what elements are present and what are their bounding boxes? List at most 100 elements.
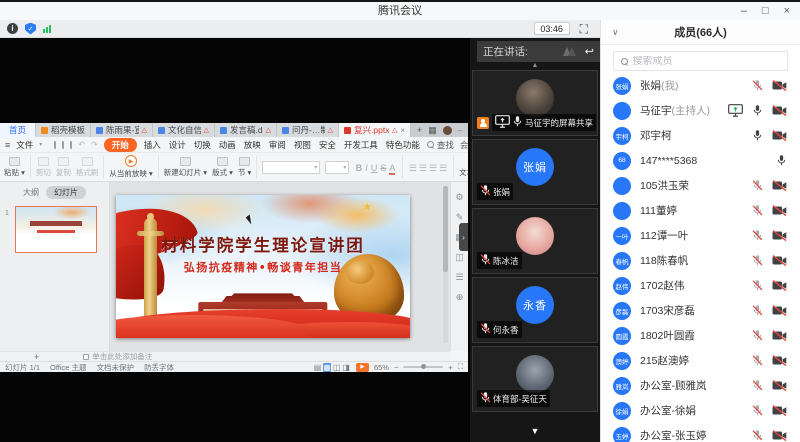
zoom-slider[interactable] bbox=[403, 366, 443, 368]
document-tab[interactable]: 问丹-…制度优势△ bbox=[277, 123, 339, 137]
document-tab[interactable]: 文化自信-迎新手 佛△ bbox=[153, 123, 215, 137]
print-icon[interactable] bbox=[62, 141, 64, 149]
toolbar-item[interactable]: 文本框 ▾ bbox=[459, 157, 468, 178]
sidebar-tool-icon[interactable]: ◫ bbox=[455, 252, 464, 263]
format-a-button[interactable]: A bbox=[389, 163, 395, 175]
video-tile[interactable]: 马征宇的屏幕共享 bbox=[472, 70, 598, 136]
zoom-out-icon[interactable]: − bbox=[394, 363, 398, 372]
toolbar-item[interactable]: 节 ▾ bbox=[238, 157, 251, 178]
ribbon-menu-item[interactable]: 开始 bbox=[104, 138, 137, 152]
collapse-panel-icon[interactable]: ∨ bbox=[612, 27, 619, 38]
ribbon-menu-item[interactable]: 动画 bbox=[218, 139, 237, 151]
font-combo[interactable]: ▾ bbox=[262, 161, 320, 174]
member-row[interactable]: 宇柯邓宇柯 bbox=[601, 123, 800, 148]
zoom-in-icon[interactable]: + bbox=[448, 363, 452, 372]
format-s-button[interactable]: S bbox=[380, 163, 386, 173]
ribbon-menu-item[interactable]: 特色功能 bbox=[385, 139, 421, 151]
ribbon-menu-item[interactable]: 插入 bbox=[143, 139, 162, 151]
format-b-button[interactable]: B bbox=[356, 163, 363, 173]
ribbon-menu-item[interactable]: 切换 bbox=[193, 139, 212, 151]
slideshow-play-button[interactable]: ▶ bbox=[356, 363, 369, 372]
security-shield-icon[interactable]: ✓ bbox=[25, 23, 36, 35]
hamburger-icon[interactable]: ≡ bbox=[5, 140, 10, 150]
restore-layout-icon[interactable]: ↩ bbox=[585, 45, 594, 58]
new-slide-button[interactable]: + bbox=[34, 352, 39, 362]
member-row[interactable]: 赵伟1702赵伟 bbox=[601, 273, 800, 298]
font-combo[interactable]: ▾ bbox=[325, 161, 349, 174]
minimize-icon[interactable]: – bbox=[741, 6, 747, 17]
video-tile[interactable]: 永香何永香 bbox=[472, 277, 598, 343]
video-tile[interactable]: 张娟张娟 bbox=[472, 139, 598, 205]
fullscreen-icon[interactable]: ⛶ bbox=[580, 23, 588, 35]
member-row[interactable]: 张娟张娟(我) bbox=[601, 73, 800, 98]
ribbon-menu-item[interactable]: 视图 bbox=[293, 139, 312, 151]
scroll-up-icon[interactable]: ▲ bbox=[470, 62, 600, 70]
member-row[interactable]: 圆霞1802叶圆霞 bbox=[601, 323, 800, 348]
close-icon[interactable]: × bbox=[784, 6, 790, 17]
toolbar-item[interactable]: 新建幻灯片 ▾ bbox=[164, 157, 207, 178]
preview-icon[interactable] bbox=[70, 141, 72, 149]
sidebar-tool-icon[interactable]: ☰ bbox=[455, 272, 463, 283]
redo-icon[interactable]: ↷ bbox=[91, 140, 98, 149]
save-icon[interactable] bbox=[54, 141, 56, 149]
new-tab-icon[interactable]: + bbox=[417, 125, 422, 135]
member-row[interactable]: 徐娟办公室-徐娟 bbox=[601, 398, 800, 423]
ribbon-menu-item[interactable]: 审阅 bbox=[268, 139, 287, 151]
view-mode-icon[interactable]: ◨ bbox=[342, 363, 350, 372]
account-avatar[interactable] bbox=[443, 126, 452, 135]
view-mode-icon[interactable]: ▦ bbox=[323, 363, 331, 372]
document-tab[interactable]: 复兴.pptx△× bbox=[339, 123, 411, 137]
member-row[interactable]: 一叶112谭一叶 bbox=[601, 223, 800, 248]
sidebar-tool-icon[interactable]: ✎ bbox=[456, 212, 464, 223]
title-bar[interactable]: 腾讯会议 – □ × bbox=[0, 2, 800, 20]
list-icon[interactable]: ☰ bbox=[429, 163, 437, 173]
undo-icon[interactable]: ↶ bbox=[78, 140, 85, 149]
ribbon-right-button[interactable]: 会员专享 bbox=[460, 139, 468, 151]
fit-screen-icon[interactable]: ⛶ bbox=[458, 362, 463, 372]
canvas-scrollbar[interactable] bbox=[443, 186, 448, 343]
tab-grid-icon[interactable]: ▦ bbox=[428, 125, 437, 136]
toolbar-item[interactable]: 粘贴 ▾ bbox=[4, 157, 25, 178]
panel-collapse-handle[interactable]: › bbox=[459, 223, 468, 251]
ribbon-menu-item[interactable]: 放映 bbox=[243, 139, 262, 151]
video-tile[interactable]: 陈冰洁 bbox=[472, 208, 598, 274]
slide[interactable]: ★ 材料学院学生理论宣讲团 弘扬抗疫精神•畅谈青年担当 bbox=[116, 195, 410, 338]
member-row[interactable]: 玉婷办公室-张玉婷 bbox=[601, 423, 800, 442]
format-i-button[interactable]: I bbox=[365, 163, 368, 173]
file-menu[interactable]: 文件 bbox=[16, 139, 33, 151]
tab-slides[interactable]: 幻灯片 bbox=[46, 186, 86, 199]
search-input[interactable] bbox=[633, 56, 781, 67]
find-button[interactable]: 查找 bbox=[427, 139, 454, 151]
document-tab[interactable]: 稻壳模板 bbox=[36, 123, 91, 137]
ribbon-menu-item[interactable]: 开发工具 bbox=[343, 139, 379, 151]
view-mode-icon[interactable]: ◫ bbox=[333, 363, 341, 372]
toolbar-item[interactable]: 版式 ▾ bbox=[212, 157, 233, 178]
video-tile[interactable]: 体育部-吴征天 bbox=[472, 346, 598, 412]
sidebar-tool-icon[interactable]: ⊕ bbox=[456, 292, 464, 303]
member-row[interactable]: 春帆118陈春帆 bbox=[601, 248, 800, 273]
info-icon[interactable]: i bbox=[7, 23, 18, 34]
member-row[interactable]: 雅岚办公室-顾雅岚 bbox=[601, 373, 800, 398]
member-row[interactable]: 澳婷215赵澳婷 bbox=[601, 348, 800, 373]
member-row[interactable]: 马征宇(主持人) bbox=[601, 98, 800, 123]
ribbon-menu-item[interactable]: 设计 bbox=[168, 139, 187, 151]
document-tab[interactable]: 发言稿.docx△ bbox=[215, 123, 277, 137]
document-tab[interactable]: 首页 bbox=[0, 123, 36, 137]
document-tab[interactable]: 陈雨果-宣讲稿三改稿△ bbox=[91, 123, 153, 137]
toolbar-item[interactable]: ▶从当前放映 ▾ bbox=[109, 155, 152, 179]
network-signal-icon[interactable] bbox=[43, 25, 51, 33]
list-icon[interactable]: ☰ bbox=[439, 163, 447, 173]
tab-outline[interactable]: 大纲 bbox=[23, 187, 39, 198]
member-row[interactable]: 彦磊1703宋彦磊 bbox=[601, 298, 800, 323]
member-row[interactable]: 68147****5368 bbox=[601, 148, 800, 173]
member-search-box[interactable] bbox=[613, 51, 788, 71]
scroll-down-icon[interactable]: ▼ bbox=[531, 426, 540, 436]
view-mode-icon[interactable]: ▤ bbox=[314, 363, 322, 372]
ribbon-menu-item[interactable]: 安全 bbox=[318, 139, 337, 151]
member-row[interactable]: 105洪玉荣 bbox=[601, 173, 800, 198]
close-tab-icon[interactable]: × bbox=[400, 126, 405, 135]
slide-thumbnail[interactable] bbox=[15, 206, 97, 253]
list-icon[interactable]: ☰ bbox=[419, 163, 427, 173]
list-icon[interactable]: ☰ bbox=[409, 163, 417, 173]
maximize-icon[interactable]: □ bbox=[762, 6, 769, 17]
